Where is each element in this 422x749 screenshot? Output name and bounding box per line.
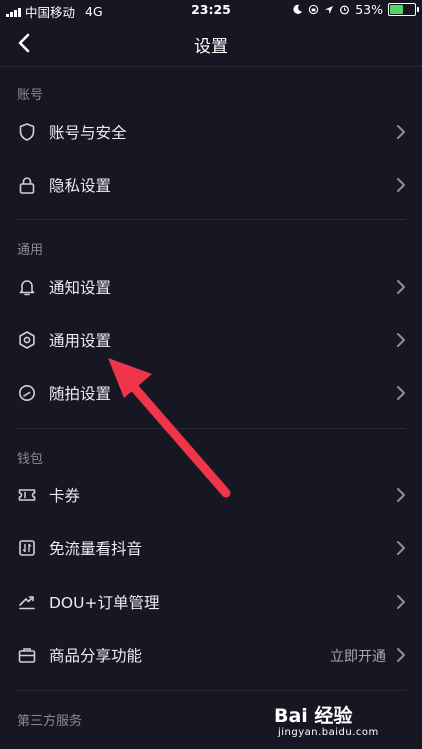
chevron-right-icon <box>397 280 405 294</box>
section-divider <box>17 428 406 429</box>
section-title-wallet: 钱包 <box>17 452 44 467</box>
status-bar: 中国移动 4G 23:25 53% <box>0 0 422 20</box>
activate-now-link[interactable]: 立即开通 <box>330 646 386 666</box>
camera-shutter-icon <box>19 385 35 401</box>
settings-row-coupons[interactable]: 卡券 <box>0 469 422 521</box>
row-label: 免流量看抖音 <box>49 540 143 558</box>
chevron-right-icon <box>397 541 405 555</box>
settings-row-privacy[interactable]: 隐私设置 <box>0 159 422 211</box>
navigation-bar: 设置 <box>0 20 422 66</box>
watermark-brand: Bai 经验 <box>274 701 352 728</box>
row-label: 随拍设置 <box>49 385 112 403</box>
chevron-right-icon <box>397 648 405 662</box>
row-label: 账号与安全 <box>49 124 127 142</box>
settings-row-snapshot[interactable]: 随拍设置 <box>0 367 422 419</box>
chevron-right-icon <box>397 125 405 139</box>
row-label: 商品分享功能 <box>49 647 143 665</box>
watermark-domain: jingyan.baidu.com <box>278 727 379 738</box>
row-label: 通知设置 <box>49 279 112 297</box>
traffic-icon <box>19 540 35 556</box>
back-icon[interactable] <box>10 28 40 58</box>
section-divider <box>17 690 406 691</box>
settings-row-notifications[interactable]: 通知设置 <box>0 261 422 313</box>
lock-rotation-icon <box>309 4 319 15</box>
alarm-icon <box>340 5 350 15</box>
chevron-right-icon <box>397 595 405 609</box>
section-divider <box>17 219 406 220</box>
row-label: 卡券 <box>49 487 81 505</box>
watermark-brand-text: Bai 经验 <box>274 705 353 727</box>
header-divider <box>0 66 422 67</box>
chevron-right-icon <box>397 488 405 502</box>
section-title-third-party: 第三方服务 <box>17 714 83 729</box>
section-title-general: 通用 <box>17 243 44 258</box>
shield-icon <box>19 123 35 141</box>
bell-icon <box>19 280 35 296</box>
gear-icon <box>19 331 35 349</box>
battery-percent: 53% <box>355 2 383 17</box>
section-title-account: 账号 <box>17 88 44 103</box>
battery-level <box>390 5 403 14</box>
settings-row-general[interactable]: 通用设置 <box>0 314 422 366</box>
moon-icon <box>293 4 303 14</box>
battery-icon <box>388 3 419 16</box>
briefcase-icon <box>18 648 36 663</box>
settings-row-dou-orders[interactable]: DOU+订单管理 <box>0 576 422 628</box>
status-right: 53% <box>292 2 419 17</box>
row-label: DOU+订单管理 <box>49 594 160 612</box>
settings-row-account-security[interactable]: 账号与安全 <box>0 106 422 158</box>
ticket-icon <box>18 489 36 501</box>
chevron-right-icon <box>397 178 405 192</box>
baidu-jingyan-watermark: Bai 经验 jingyan.baidu.com <box>274 701 392 741</box>
page-title: 设置 <box>194 37 228 57</box>
lock-icon <box>19 177 35 194</box>
settings-row-product-share[interactable]: 商品分享功能 立即开通 <box>0 629 422 681</box>
chevron-right-icon <box>397 386 405 400</box>
settings-row-free-data[interactable]: 免流量看抖音 <box>0 522 422 574</box>
row-label: 隐私设置 <box>49 177 112 195</box>
location-icon <box>325 5 334 14</box>
row-label: 通用设置 <box>49 332 112 350</box>
trend-icon <box>19 596 35 610</box>
chevron-right-icon <box>397 333 405 347</box>
